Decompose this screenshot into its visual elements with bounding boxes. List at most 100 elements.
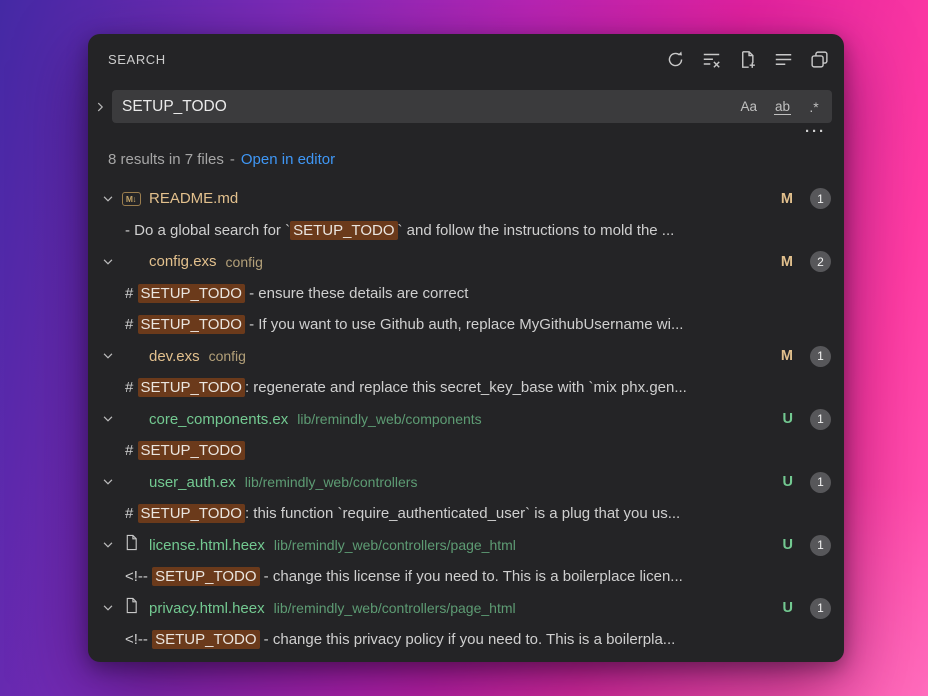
match-text: SETUP_TODO (138, 378, 245, 397)
chevron-down-icon[interactable] (100, 538, 116, 552)
git-status-letter: U (783, 411, 793, 427)
regex-icon[interactable]: .* (802, 95, 826, 119)
match-count-badge: 1 (810, 409, 831, 430)
results-count-text: 8 results in 7 files (108, 151, 224, 168)
refresh-icon[interactable] (662, 46, 688, 72)
elixir-icon (123, 347, 139, 365)
panel-header: SEARCH (88, 34, 844, 80)
new-search-editor-icon[interactable] (734, 46, 760, 72)
elixir-icon (123, 410, 139, 428)
whole-word-icon[interactable]: ab (768, 95, 797, 119)
file-result-row[interactable]: config.exs config M 2 (88, 246, 844, 278)
elixir-icon (121, 347, 141, 365)
match-line-text: # SETUP_TODO - If you want to use Github… (125, 316, 683, 333)
markdown-icon: M↓ (121, 192, 141, 206)
file-name: user_auth.ex (149, 474, 236, 491)
file-result-row[interactable]: privacy.html.heex lib/remindly_web/contr… (88, 593, 844, 625)
git-status-letter: U (783, 537, 793, 553)
match-suffix: - If you want to use Github auth, replac… (245, 316, 684, 333)
file-result-row[interactable]: core_components.ex lib/remindly_web/comp… (88, 404, 844, 436)
search-panel: SEARCH (88, 34, 844, 662)
search-input-wrap: Aa ab .* (112, 90, 832, 123)
more-row: ··· (88, 123, 844, 141)
match-suffix: : this function `require_authenticated_u… (245, 505, 680, 522)
search-row: Aa ab .* (88, 90, 844, 123)
match-line-text: # SETUP_TODO: regenerate and replace thi… (125, 379, 687, 396)
summary-separator: - (230, 151, 235, 168)
match-prefix: # (125, 505, 138, 522)
file-icon (121, 534, 141, 556)
clear-results-icon[interactable] (698, 46, 724, 72)
chevron-down-icon[interactable] (100, 192, 116, 206)
file-path: lib/remindly_web/controllers/page_html (274, 600, 516, 616)
copy-icon[interactable] (806, 46, 832, 72)
chevron-down-icon[interactable] (100, 349, 116, 363)
results-summary: 8 results in 7 files - Open in editor (108, 147, 844, 171)
file-result-row[interactable]: M↓ README.md M 1 (88, 183, 844, 215)
match-count-badge: 1 (810, 346, 831, 367)
elixir-icon (121, 253, 141, 271)
match-suffix: ` and follow the instructions to mold th… (398, 222, 675, 239)
file-result-row[interactable]: license.html.heex lib/remindly_web/contr… (88, 530, 844, 562)
elixir-icon (123, 253, 139, 271)
file-name: core_components.ex (149, 411, 288, 428)
file-result-row[interactable]: dev.exs config M 1 (88, 341, 844, 373)
file-icon (124, 597, 139, 619)
search-result-line[interactable]: # SETUP_TODO: this function `require_aut… (88, 498, 844, 530)
regex-glyph: .* (809, 99, 818, 115)
search-result-line[interactable]: # SETUP_TODO - ensure these details are … (88, 278, 844, 310)
match-prefix: # (125, 285, 138, 302)
list-icon[interactable] (770, 46, 796, 72)
panel-title: SEARCH (108, 52, 166, 67)
match-suffix: - ensure these details are correct (245, 285, 468, 302)
open-in-editor-link[interactable]: Open in editor (241, 151, 335, 168)
chevron-down-icon[interactable] (100, 412, 116, 426)
file-path: config (209, 348, 246, 364)
match-text: SETUP_TODO (152, 630, 259, 649)
match-count-badge: 2 (810, 251, 831, 272)
search-result-line[interactable]: <!-- SETUP_TODO - change this privacy po… (88, 624, 844, 656)
search-input[interactable] (122, 98, 729, 116)
search-result-line[interactable]: # SETUP_TODO (88, 435, 844, 467)
whole-word-glyph: ab (774, 99, 791, 115)
match-count-badge: 1 (810, 598, 831, 619)
match-text: SETUP_TODO (138, 441, 245, 460)
match-line-text: <!-- SETUP_TODO - change this license if… (125, 568, 683, 585)
more-actions-icon[interactable]: ··· (805, 127, 826, 137)
markdown-icon: M↓ (122, 192, 141, 206)
match-count-badge: 1 (810, 188, 831, 209)
git-status-letter: M (781, 191, 793, 207)
git-status-letter: U (783, 474, 793, 490)
file-name: license.html.heex (149, 537, 265, 554)
match-text: SETUP_TODO (138, 284, 245, 303)
chevron-down-icon[interactable] (100, 475, 116, 489)
search-result-line[interactable]: # SETUP_TODO - If you want to use Github… (88, 309, 844, 341)
match-prefix: # (125, 316, 138, 333)
search-result-line[interactable]: # SETUP_TODO: regenerate and replace thi… (88, 372, 844, 404)
match-suffix: : regenerate and replace this secret_key… (245, 379, 687, 396)
file-icon (124, 534, 139, 556)
file-path: lib/remindly_web/controllers/page_html (274, 537, 516, 553)
match-text: SETUP_TODO (152, 567, 259, 586)
toggle-replace-chevron-icon[interactable] (88, 100, 112, 114)
git-status-letter: M (781, 254, 793, 270)
match-line-text: <!-- SETUP_TODO - change this privacy po… (125, 631, 675, 648)
match-prefix: <!-- (125, 631, 152, 648)
chevron-down-icon[interactable] (100, 255, 116, 269)
chevron-down-icon[interactable] (100, 601, 116, 615)
file-name: README.md (149, 190, 238, 207)
match-case-icon[interactable]: Aa (734, 95, 763, 119)
match-prefix: # (125, 379, 138, 396)
results-tree: M↓ README.md M 1 - Do a global search fo… (88, 183, 844, 656)
search-result-line[interactable]: - Do a global search for `SETUP_TODO` an… (88, 215, 844, 247)
header-actions (662, 46, 832, 72)
search-result-line[interactable]: <!-- SETUP_TODO - change this license if… (88, 561, 844, 593)
file-path: config (226, 254, 263, 270)
git-status-letter: U (783, 600, 793, 616)
match-text: SETUP_TODO (290, 221, 397, 240)
file-name: config.exs (149, 253, 217, 270)
elixir-icon (121, 473, 141, 491)
file-result-row[interactable]: user_auth.ex lib/remindly_web/controller… (88, 467, 844, 499)
match-line-text: - Do a global search for `SETUP_TODO` an… (125, 222, 674, 239)
match-line-text: # SETUP_TODO: this function `require_aut… (125, 505, 680, 522)
